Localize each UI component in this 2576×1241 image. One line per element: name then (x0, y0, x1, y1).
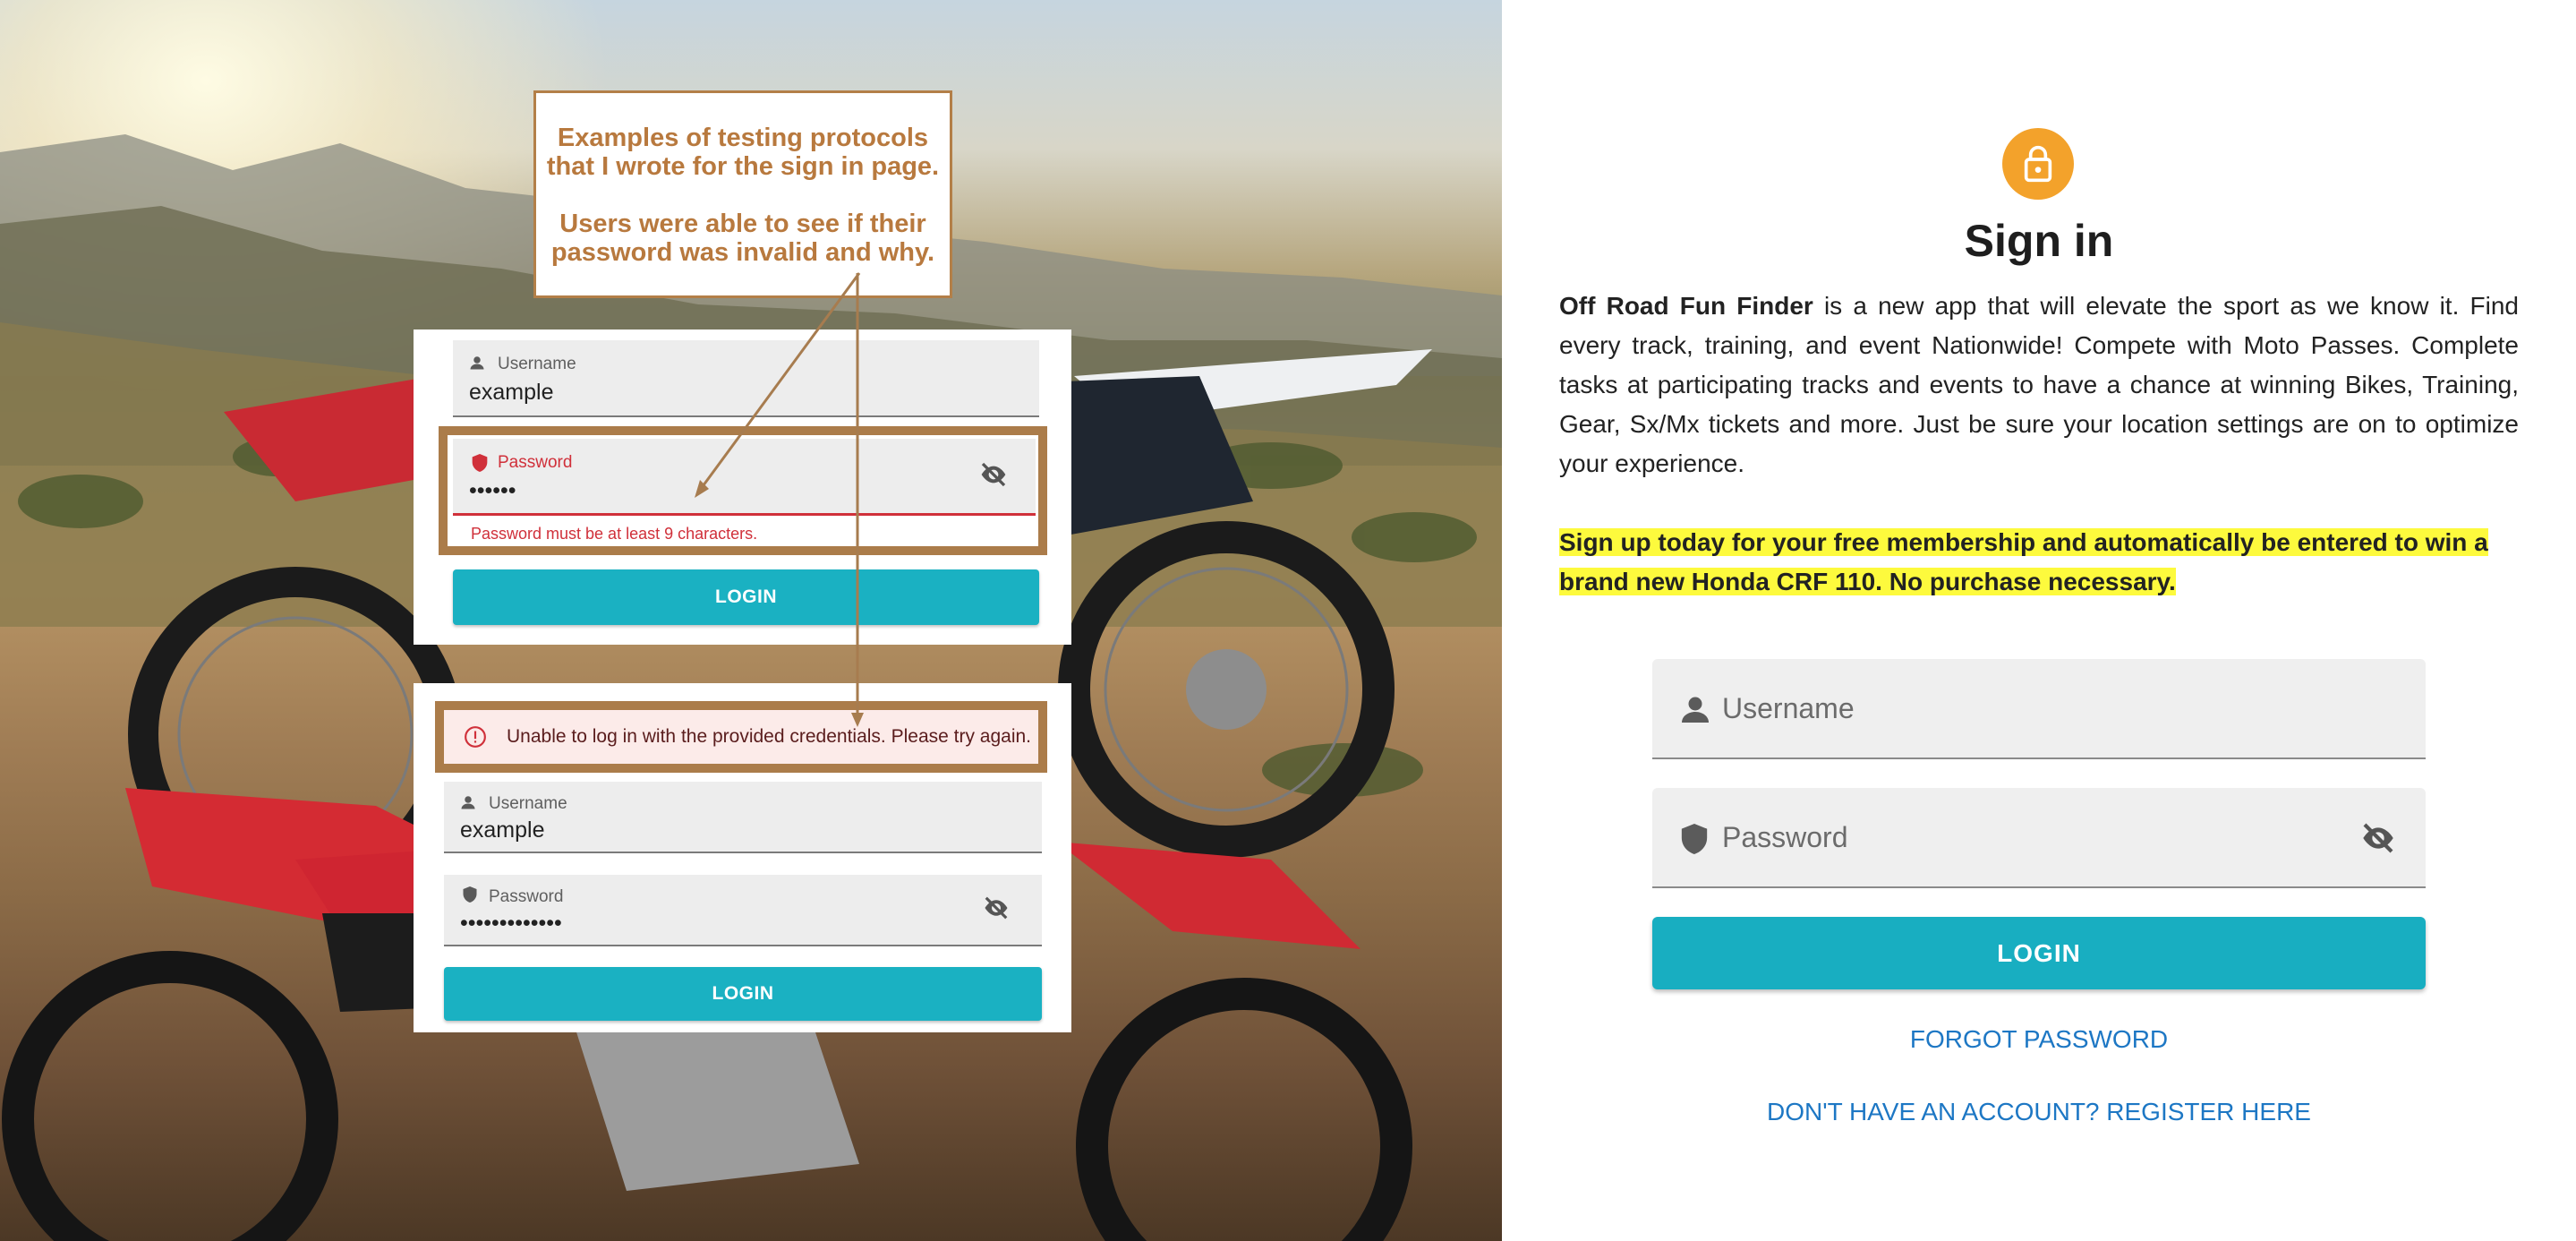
promo-text: Sign up today for your free membership a… (1559, 528, 2488, 595)
background-photo: Examples of testing protocols that I wro… (0, 0, 1502, 1241)
register-link[interactable]: DON'T HAVE AN ACCOUNT? REGISTER HERE (1502, 1098, 2576, 1126)
promo-paragraph: Sign up today for your free membership a… (1559, 523, 2519, 602)
sign-in-panel: Sign in Off Road Fun Finder is a new app… (1502, 0, 2576, 1241)
page-title: Sign in (1964, 216, 2114, 266)
login-button[interactable]: LOGIN (1652, 917, 2426, 989)
password-input[interactable] (1722, 788, 2331, 886)
app-name: Off Road Fun Finder (1559, 292, 1813, 320)
intro-text: is a new app that will elevate the sport… (1559, 292, 2519, 477)
password-field[interactable] (1652, 788, 2426, 888)
person-icon (1682, 697, 1709, 723)
lock-badge (2002, 128, 2074, 200)
forgot-password-link[interactable]: FORGOT PASSWORD (1502, 1025, 2576, 1054)
visibility-off-icon[interactable] (2358, 820, 2399, 856)
annotation-arrows (695, 272, 864, 727)
intro-paragraph: Off Road Fun Finder is a new app that wi… (1559, 287, 2519, 484)
shield-icon (1681, 824, 1708, 854)
lock-icon (2024, 145, 2052, 183)
username-field[interactable] (1652, 659, 2426, 759)
username-input[interactable] (1722, 659, 2331, 757)
